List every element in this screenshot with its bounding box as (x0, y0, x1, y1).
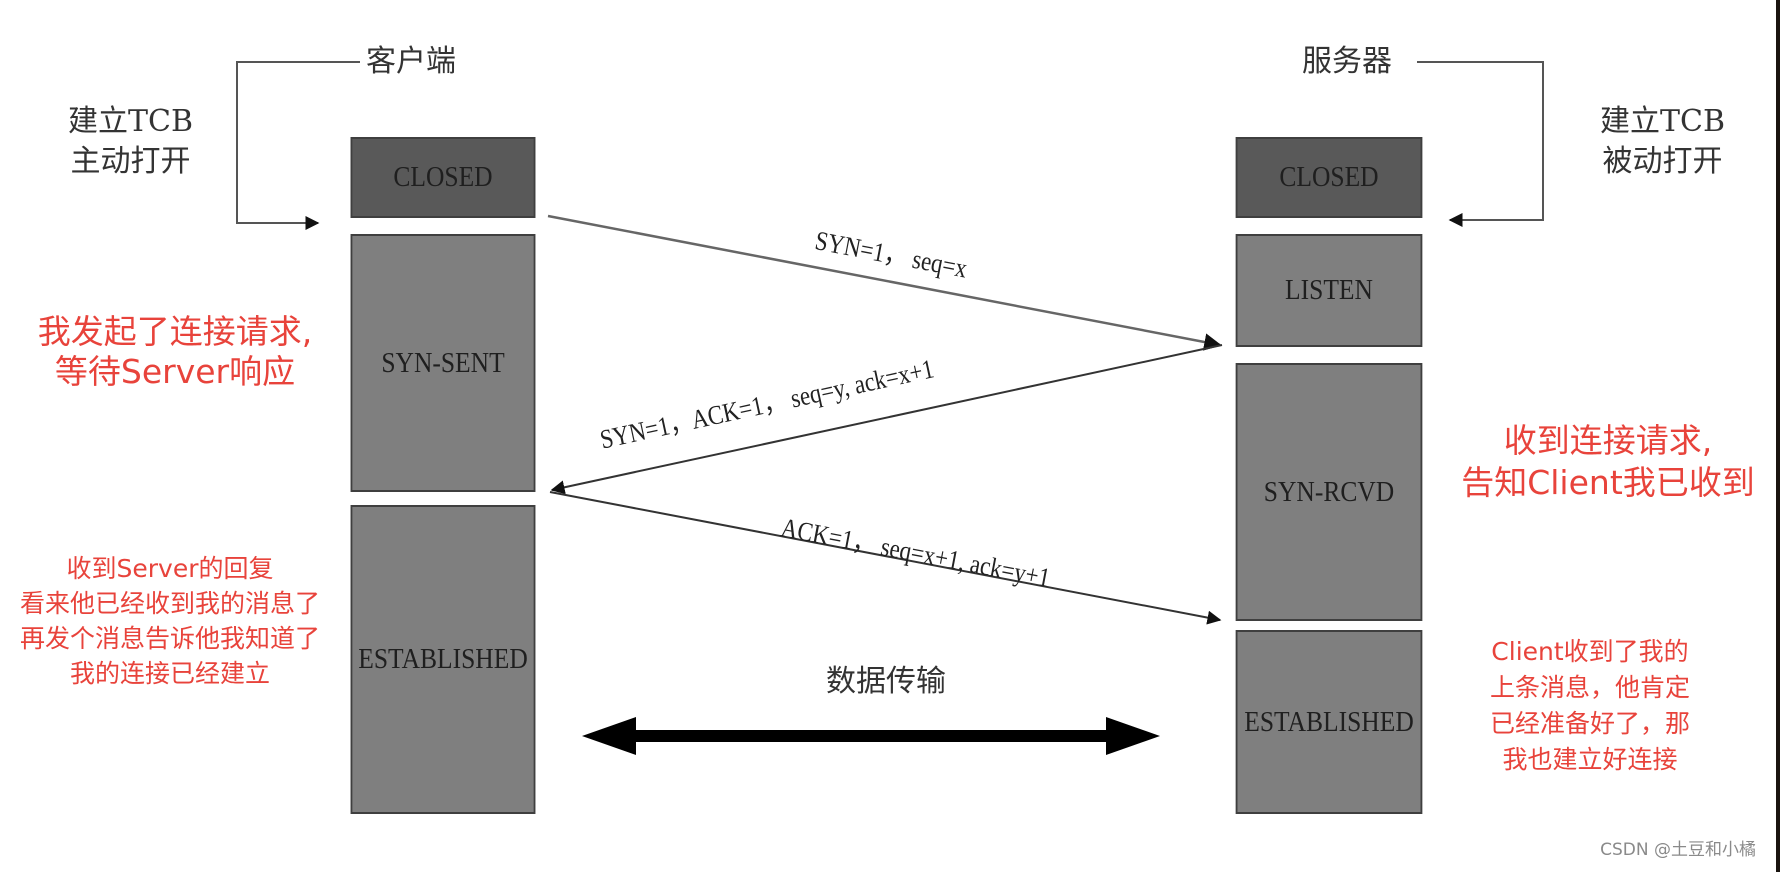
server-state-syn-rcvd: SYN-RCVD (1235, 363, 1423, 621)
server-state-established: ESTABLISHED (1235, 630, 1423, 814)
client-open-connector (236, 61, 360, 230)
client-state-established: ESTABLISHED (350, 505, 536, 814)
annotation-client-syn-sent-line-1: 我发起了连接请求, (37, 312, 313, 351)
annotation-server-established-line-4: 我也建立好连接 (1502, 745, 1678, 774)
server-open-note-line-2: 被动打开 (1602, 144, 1723, 179)
server-title: 服务器 (1302, 44, 1392, 79)
server-state-closed: CLOSED (1235, 137, 1423, 218)
watermark: CSDN @土豆和小橘 (1600, 840, 1756, 860)
annotation-server-syn-rcvd-line-1: 收到连接请求, (1503, 421, 1713, 460)
annotation-client-established-line-4: 我的连接已经建立 (69, 659, 270, 688)
annotation-client-established: 收到Server的回复 看来他已经收到我的消息了 再发个消息告诉他我知道了 我的… (0, 551, 340, 691)
server-state-listen: LISTEN (1235, 234, 1423, 347)
annotation-client-established-line-2: 看来他已经收到我的消息了 (19, 589, 320, 618)
annotation-client-syn-sent: 我发起了连接请求, 等待Server响应 (20, 312, 330, 392)
client-open-note-line-1: 建立TCB (68, 104, 194, 139)
client-title: 客户端 (366, 44, 456, 79)
annotation-client-established-line-1: 收到Server的回复 (66, 554, 274, 583)
client-open-note: 建立TCB 主动打开 (68, 102, 193, 182)
data-transfer-arrow-icon (582, 717, 1160, 755)
annotation-server-syn-rcvd-line-2: 告知Client我已收到 (1461, 463, 1755, 502)
annotation-server-established-line-3: 已经准备好了，那 (1489, 709, 1690, 738)
server-open-note-line-1: 建立TCB (1600, 104, 1726, 139)
client-state-closed: CLOSED (350, 137, 536, 218)
annotation-server-established: Client收到了我的 上条消息，他肯定 已经准备好了，那 我也建立好连接 (1460, 634, 1720, 778)
client-state-syn-sent: SYN-SENT (350, 234, 536, 492)
annotation-server-established-line-2: 上条消息，他肯定 (1489, 673, 1690, 702)
diagram-canvas: 客户端 服务器 建立TCB 主动打开 建立TCB 被动打开 CLOSED SYN… (0, 0, 1776, 872)
annotation-server-syn-rcvd: 收到连接请求, 告知Client我已收到 (1448, 420, 1768, 504)
server-open-connector (1417, 61, 1544, 227)
annotation-server-established-line-1: Client收到了我的 (1491, 637, 1689, 666)
annotation-client-established-line-3: 再发个消息告诉他我知道了 (19, 624, 320, 653)
client-open-note-line-2: 主动打开 (70, 144, 191, 179)
annotation-client-syn-sent-line-2: 等待Server响应 (54, 352, 296, 391)
server-open-note: 建立TCB 被动打开 (1600, 102, 1725, 182)
data-transfer-label: 数据传输 (826, 664, 946, 699)
